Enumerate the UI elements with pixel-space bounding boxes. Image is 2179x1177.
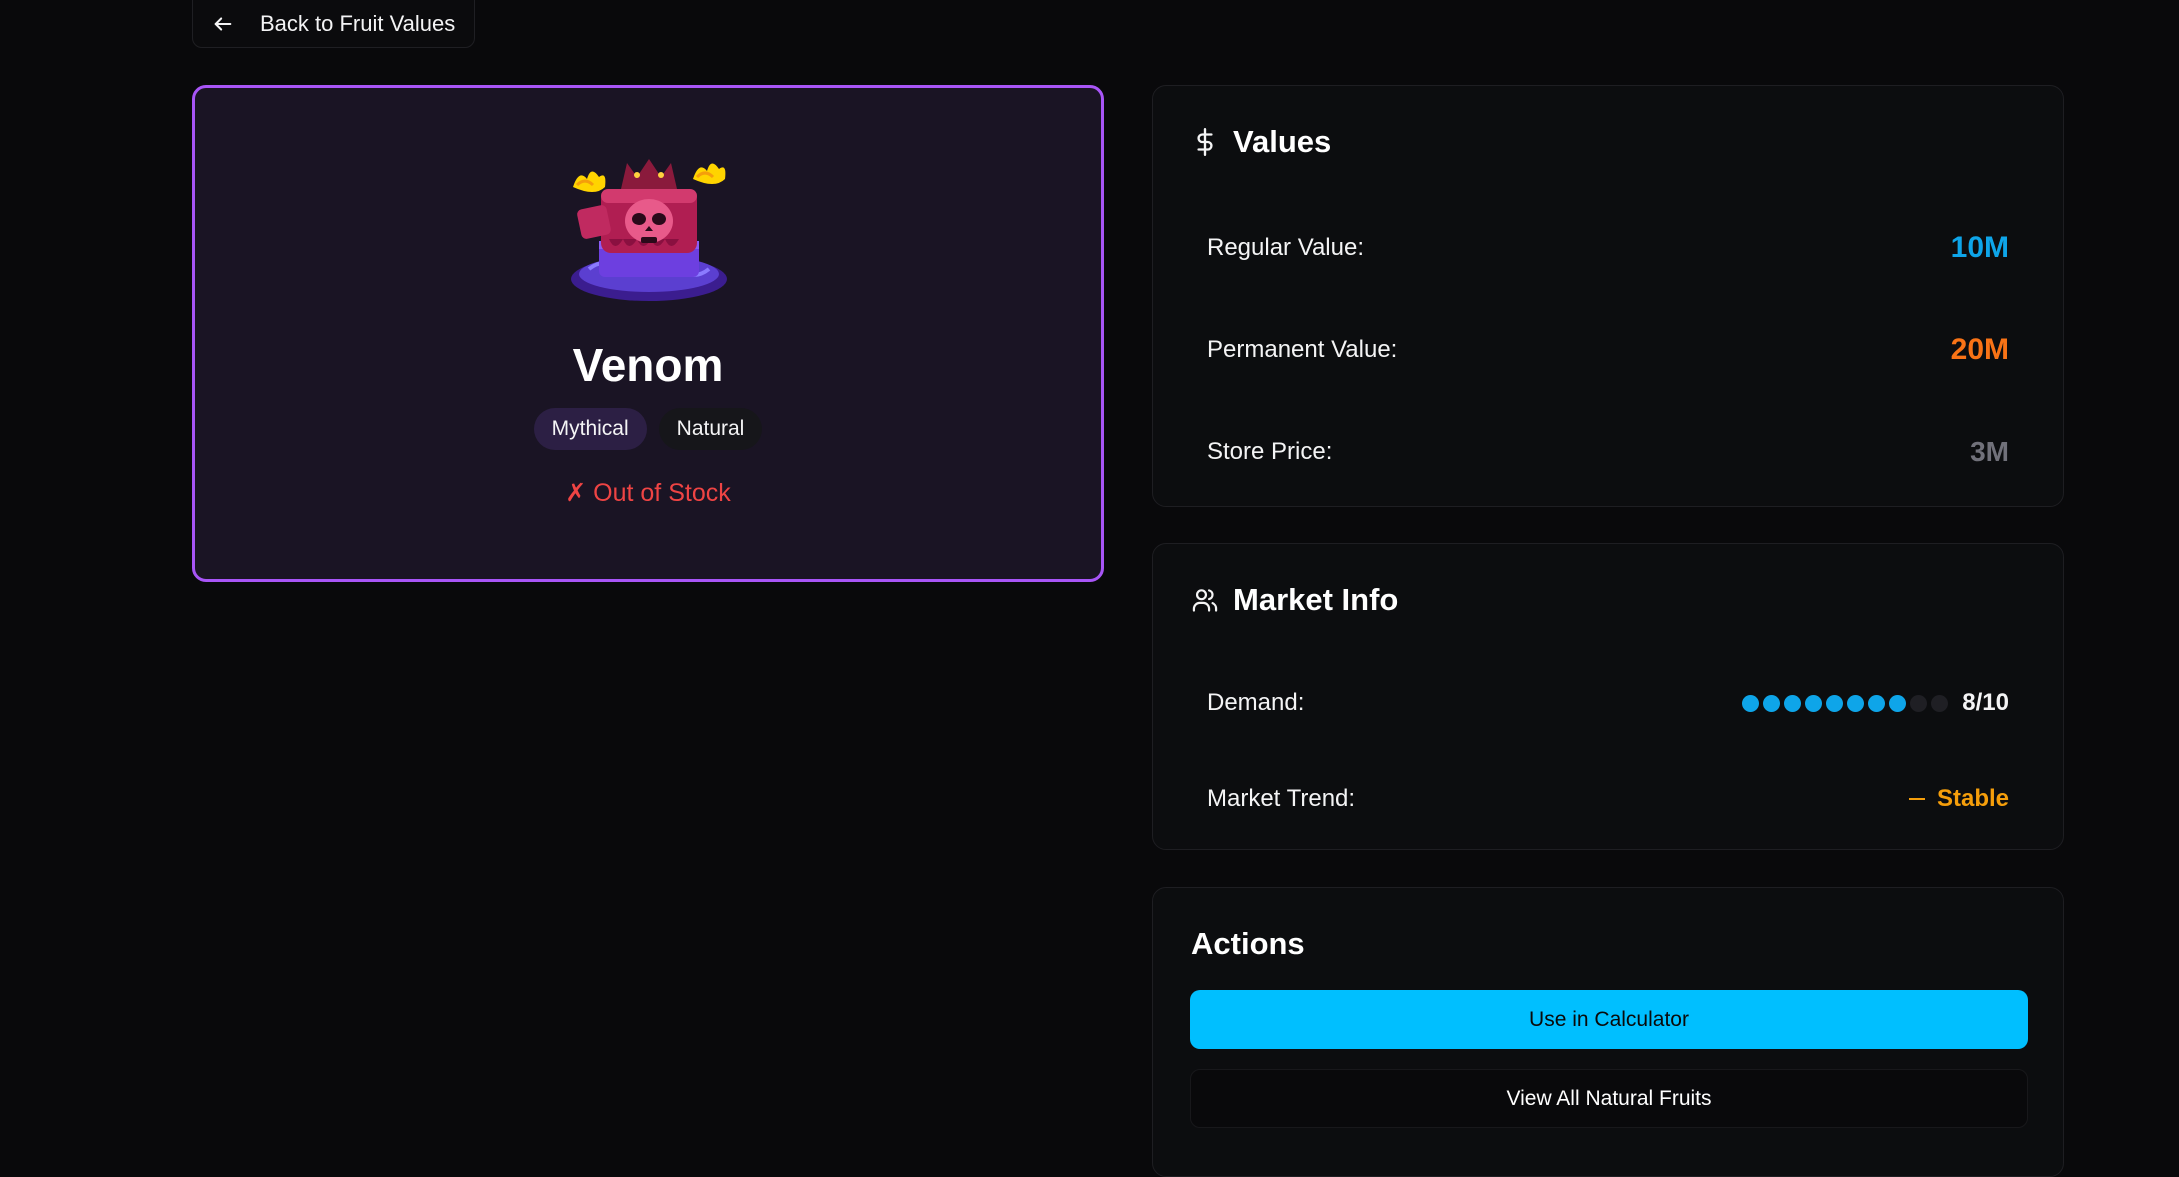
market-info-header: Market Info [1191,582,1398,618]
store-price-label: Store Price: [1207,438,1333,465]
demand-dot [1763,694,1781,712]
regular-value-label: Regular Value: [1207,234,1364,261]
dollar-icon [1191,127,1219,157]
store-price-value: 3M [1970,436,2009,467]
fruit-name: Venom [572,339,724,391]
demand-indicator: 8/10 [1742,689,2009,717]
market-trend-indicator: Stable [1908,785,2009,813]
regular-value-row: Regular Value: 10M [1207,228,2009,268]
market-info-panel: Market Info Demand: 8/10 Market Trend: S… [1152,543,2064,850]
back-to-fruit-values-button[interactable]: Back to Fruit Values [192,0,475,48]
market-trend-row: Market Trend: Stable [1207,779,2009,819]
demand-row: Demand: 8/10 [1207,683,2009,723]
permanent-value-label: Permanent Value: [1207,336,1398,363]
arrow-left-icon [212,12,236,36]
back-button-label: Back to Fruit Values [260,11,456,36]
fruit-badges: Mythical Natural [195,408,1101,450]
demand-dots [1742,694,1949,712]
permanent-value-row: Permanent Value: 20M [1207,330,2009,370]
values-header: Values [1191,124,1331,160]
demand-dot [1847,694,1865,712]
permanent-value: 20M [1950,333,2009,366]
demand-value: 8/10 [1962,689,2009,716]
view-all-natural-fruits-button[interactable]: View All Natural Fruits [1190,1069,2028,1128]
fruit-image [559,129,739,309]
demand-dot [1910,694,1928,712]
demand-dot [1889,694,1907,712]
market-info-title: Market Info [1233,582,1399,617]
fruit-hero-card: Venom Mythical Natural ✗ Out of Stock [192,85,1104,582]
demand-dot [1868,694,1886,712]
demand-dot [1826,694,1844,712]
demand-dot [1784,694,1802,712]
values-title: Values [1233,124,1332,159]
minus-icon [1908,798,1925,800]
values-panel: Values Regular Value: 10M Permanent Valu… [1152,85,2064,507]
use-in-calculator-button[interactable]: Use in Calculator [1190,990,2028,1049]
regular-value: 10M [1950,231,2009,264]
store-price-row: Store Price: 3M [1207,432,2009,472]
users-icon [1191,585,1219,615]
market-trend-value: Stable [1936,785,2009,812]
stock-status: ✗ Out of Stock [565,479,731,507]
actions-title: Actions [1191,926,1305,961]
market-trend-label: Market Trend: [1207,785,1356,812]
demand-label: Demand: [1207,689,1305,716]
demand-dot [1805,694,1823,712]
rarity-badge: Mythical [533,408,647,450]
demand-dot [1931,694,1949,712]
actions-panel: Actions Use in Calculator View All Natur… [1152,887,2064,1177]
type-badge: Natural [658,408,763,450]
demand-dot [1742,694,1760,712]
